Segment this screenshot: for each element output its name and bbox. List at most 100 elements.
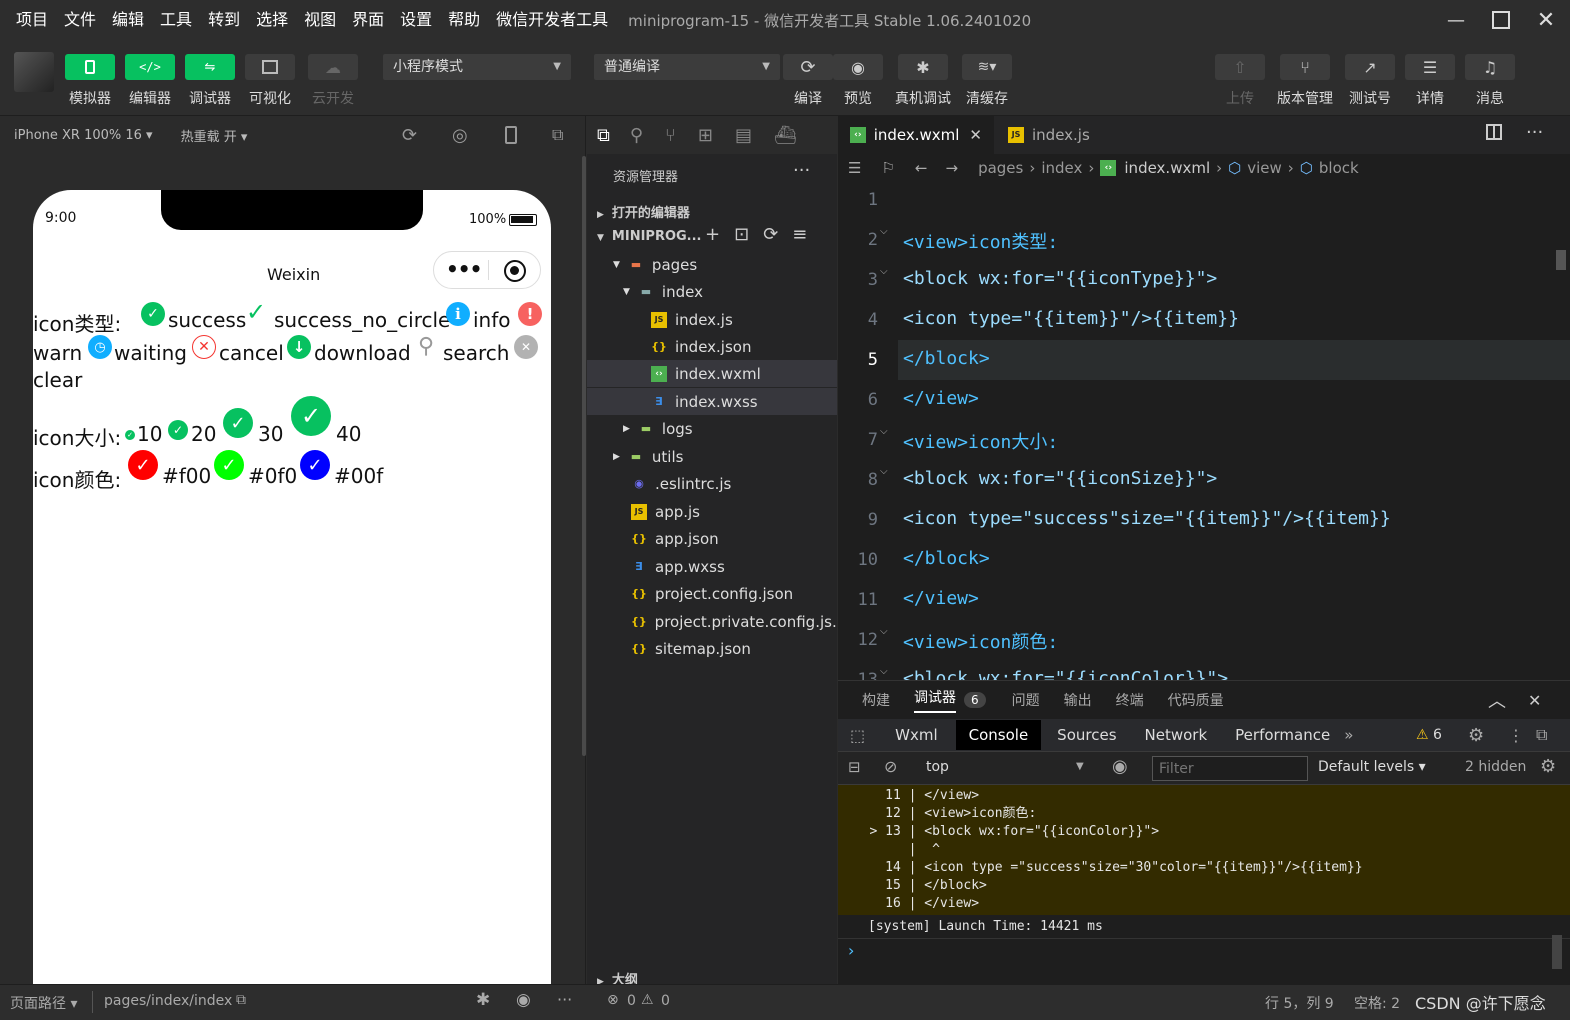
tree-item-app-wxss[interactable]: ∃ app.wxss	[587, 553, 837, 580]
debugger-button[interactable]: ⇋	[185, 54, 235, 80]
context-select[interactable]: top	[926, 759, 949, 775]
files-icon[interactable]: ⧉	[597, 125, 610, 146]
rotate-icon[interactable]: ⟳	[402, 125, 417, 146]
bug-icon[interactable]: ✱	[476, 990, 490, 1010]
tab-output[interactable]: 输出	[1064, 690, 1092, 710]
clear-console-icon[interactable]: ⊘	[884, 757, 897, 776]
more-icon[interactable]: ···	[1526, 122, 1543, 143]
tree-item-app-json[interactable]: {} app.json	[587, 525, 837, 552]
visual-button[interactable]	[245, 54, 295, 80]
more-tabs-icon[interactable]: »	[1344, 726, 1353, 744]
menu-file[interactable]: 文件	[56, 0, 104, 40]
tree-item-pages[interactable]: ▼ ▬ pages	[587, 251, 837, 278]
tree-item-logs[interactable]: ▶ ▬ logs	[587, 415, 837, 442]
tree-item-project-private-config[interactable]: {} project.private.config.js...	[587, 608, 846, 635]
open-editors-section[interactable]: ▶ 打开的编辑器	[587, 202, 837, 221]
cursor-position[interactable]: 行 5，列 9	[1265, 993, 1334, 1013]
tab-build[interactable]: 构建	[862, 690, 890, 710]
forward-icon[interactable]: →	[945, 159, 958, 177]
menu-goto[interactable]: 转到	[200, 0, 248, 40]
editor-scrollbar[interactable]	[1556, 250, 1566, 270]
device-icon[interactable]	[505, 126, 517, 144]
tree-item-eslintrc[interactable]: ◉ .eslintrc.js	[587, 470, 837, 497]
docker-icon[interactable]: ⛴	[774, 125, 797, 146]
tab-index-wxml[interactable]: ‹› index.wxml ✕	[838, 116, 994, 154]
capsule-menu[interactable]: •••	[433, 251, 541, 289]
console-prompt[interactable]: ›	[848, 941, 854, 960]
device-select[interactable]: iPhone XR 100% 16 ▾	[14, 128, 153, 143]
new-folder-icon[interactable]: ⊡	[734, 224, 763, 245]
close-tab-icon[interactable]: ✕	[969, 126, 982, 144]
extensions-icon[interactable]: ⊞	[698, 125, 713, 146]
eye-icon[interactable]: ◉	[1112, 756, 1128, 777]
preview-button[interactable]: ◉	[833, 54, 883, 80]
list-icon[interactable]: ☰	[848, 159, 861, 177]
clearcache-button[interactable]: ≋▾	[962, 54, 1012, 80]
menu-devtools[interactable]: 微信开发者工具	[488, 0, 616, 40]
tab-terminal[interactable]: 终端	[1116, 690, 1144, 710]
eye-icon[interactable]: ◉	[516, 990, 531, 1010]
tab-console[interactable]: Console	[955, 720, 1042, 750]
breadcrumb-item[interactable]: block	[1319, 159, 1359, 177]
split-editor-icon[interactable]	[1486, 124, 1502, 140]
close-panel-icon[interactable]: ✕	[1528, 691, 1541, 710]
panel-icon[interactable]: ▤	[735, 125, 752, 146]
fold-icon[interactable]: ⌵	[880, 266, 888, 277]
compile-select[interactable]: 普通编译 ▼	[594, 54, 780, 80]
new-file-icon[interactable]: +	[705, 224, 734, 245]
mode-select[interactable]: 小程序模式 ▼	[383, 54, 571, 80]
undock-icon[interactable]: ⧉	[1536, 725, 1547, 745]
settings-gear-icon[interactable]: ⚙	[1468, 725, 1484, 746]
copy-icon[interactable]: ⧉	[236, 992, 246, 1008]
menu-tools[interactable]: 工具	[152, 0, 200, 40]
console-settings-icon[interactable]: ⚙	[1540, 756, 1556, 777]
menu-view[interactable]: 视图	[296, 0, 344, 40]
simulator-button[interactable]	[65, 54, 115, 80]
menu-edit[interactable]: 编辑	[104, 0, 152, 40]
tree-item-index-folder[interactable]: ▼ ▬ index	[587, 278, 837, 305]
tree-item-index-wxss[interactable]: ∃ index.wxss	[587, 388, 837, 415]
version-button[interactable]: ⑂	[1280, 54, 1330, 80]
tree-item-index-wxml[interactable]: ‹› index.wxml	[587, 360, 837, 387]
fold-icon[interactable]: ⌵	[880, 426, 888, 437]
filter-input[interactable]	[1152, 756, 1308, 781]
indent-setting[interactable]: 空格: 2	[1354, 993, 1400, 1013]
maximize-panel-icon[interactable]: ︿	[1488, 687, 1506, 713]
avatar[interactable]	[14, 52, 54, 92]
close-icon[interactable]: ✕	[1524, 0, 1568, 40]
more-icon[interactable]: •••	[446, 257, 482, 281]
warning-count[interactable]: 0	[661, 993, 670, 1009]
tab-performance[interactable]: Performance	[1235, 726, 1330, 744]
fold-icon[interactable]: ⌵	[880, 666, 888, 677]
back-icon[interactable]: ←	[915, 159, 928, 177]
menu-select[interactable]: 选择	[248, 0, 296, 40]
breadcrumb-item[interactable]: pages	[978, 159, 1023, 177]
page-path-select[interactable]: 页面路径 ▾	[10, 993, 77, 1013]
kebab-icon[interactable]: ⋮	[1508, 726, 1524, 745]
cloud-button[interactable]: ☁	[308, 54, 358, 80]
more-icon[interactable]: ···	[557, 990, 572, 1009]
bookmark-icon[interactable]: ⚐	[881, 159, 894, 177]
git-icon[interactable]: ⑂	[665, 125, 676, 146]
inspect-icon[interactable]: ⬚	[850, 726, 865, 745]
refresh-icon[interactable]: ⟳	[763, 224, 792, 245]
messages-button[interactable]: ♫	[1465, 54, 1515, 80]
tree-item-sitemap[interactable]: {} sitemap.json	[587, 635, 837, 662]
menu-settings[interactable]: 设置	[392, 0, 440, 40]
more-icon[interactable]: ···	[793, 160, 810, 181]
sidebar-toggle-icon[interactable]: ⊟	[848, 758, 861, 776]
sim-scrollbar[interactable]	[582, 156, 586, 756]
tab-index-js[interactable]: JS index.js	[996, 116, 1136, 154]
code-editor[interactable]: 1 2 3 4 5 6 7 8 9 10 11 12 13 ⌵ ⌵ ⌵ ⌵ ⌵ …	[838, 182, 1570, 680]
breadcrumb-item[interactable]: view	[1247, 159, 1282, 177]
fold-icon[interactable]: ⌵	[880, 466, 888, 477]
fold-icon[interactable]: ⌵	[880, 626, 888, 637]
tree-item-index-json[interactable]: {} index.json	[587, 333, 837, 360]
hotreload-select[interactable]: 热重载 开 ▾	[181, 126, 248, 145]
warning-count[interactable]: 6	[1433, 727, 1442, 743]
menu-help[interactable]: 帮助	[440, 0, 488, 40]
tab-sources[interactable]: Sources	[1057, 726, 1116, 744]
levels-select[interactable]: Default levels ▾	[1318, 759, 1426, 775]
details-button[interactable]: ☰	[1405, 54, 1455, 80]
stop-icon[interactable]: ◎	[452, 125, 468, 146]
